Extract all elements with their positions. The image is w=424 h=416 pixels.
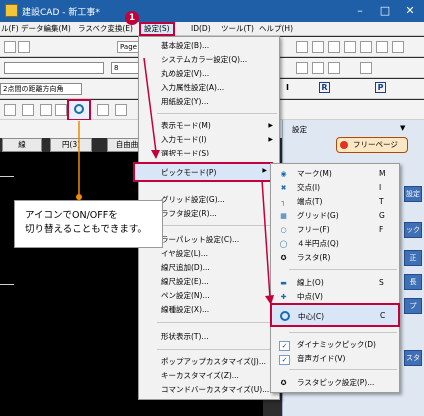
callout-dot bbox=[76, 194, 82, 200]
arrow-head bbox=[265, 295, 274, 305]
arrow-to-pick-mode bbox=[143, 57, 157, 153]
arrow-head bbox=[151, 150, 160, 159]
annotation-arrows bbox=[76, 57, 274, 305]
arrow-to-center bbox=[261, 179, 271, 299]
